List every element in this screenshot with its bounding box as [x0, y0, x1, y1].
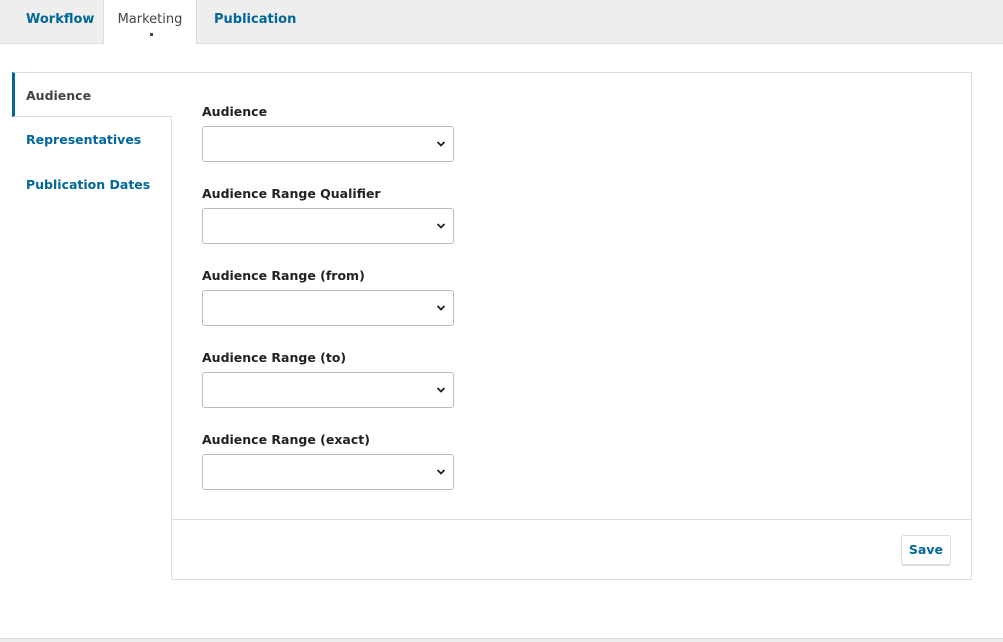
audience-range-exact-select[interactable]	[202, 454, 454, 490]
audience-range-qualifier-field: Audience Range Qualifier	[202, 186, 454, 244]
chevron-down-icon	[436, 223, 446, 229]
audience-form-panel: Audience Audience Range Qualifier Audien…	[171, 72, 972, 580]
audience-range-to-select[interactable]	[202, 372, 454, 408]
top-tab-bar: Workflow Marketing Publication	[0, 0, 1003, 45]
audience-range-from-field: Audience Range (from)	[202, 268, 454, 326]
save-button[interactable]: Save	[900, 535, 951, 565]
tab-marketing[interactable]: Marketing	[103, 0, 197, 45]
form-footer: Save	[172, 519, 971, 579]
sidebar-item-representatives[interactable]: Representatives	[12, 117, 172, 162]
sidebar-nav: Audience Representatives Publication Dat…	[12, 72, 172, 207]
audience-range-qualifier-select[interactable]	[202, 208, 454, 244]
sidebar-item-audience[interactable]: Audience	[12, 72, 172, 117]
audience-select[interactable]	[202, 126, 454, 162]
tab-marketing-label: Marketing	[117, 12, 183, 27]
audience-range-from-select[interactable]	[202, 290, 454, 326]
audience-field: Audience	[202, 104, 454, 162]
chevron-down-icon	[436, 141, 446, 147]
audience-range-exact-field: Audience Range (exact)	[202, 432, 454, 490]
tab-publication[interactable]: Publication	[214, 0, 296, 44]
audience-range-to-field: Audience Range (to)	[202, 350, 454, 408]
page-bottom-border	[0, 638, 1003, 642]
chevron-down-icon	[436, 387, 446, 393]
chevron-down-icon	[436, 305, 446, 311]
active-tab-indicator	[150, 33, 153, 36]
audience-range-to-label: Audience Range (to)	[202, 350, 347, 365]
audience-label: Audience	[202, 104, 268, 119]
audience-range-exact-label: Audience Range (exact)	[202, 432, 370, 447]
sidebar-item-publication-dates[interactable]: Publication Dates	[12, 162, 172, 207]
audience-range-from-label: Audience Range (from)	[202, 268, 365, 283]
audience-range-qualifier-label: Audience Range Qualifier	[202, 186, 381, 201]
chevron-down-icon	[436, 469, 446, 475]
tab-workflow[interactable]: Workflow	[26, 0, 94, 44]
